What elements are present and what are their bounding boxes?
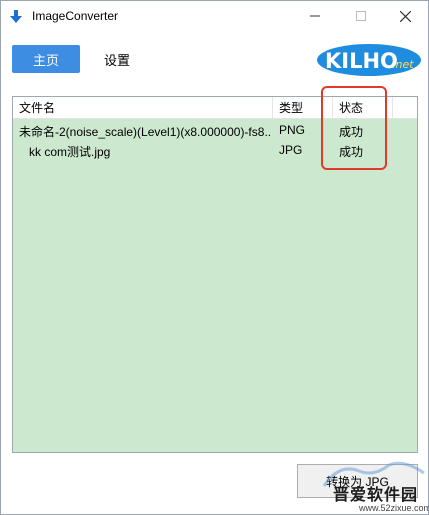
window-title: ImageConverter xyxy=(32,9,119,23)
watermark-title: 晋爱软件园 xyxy=(333,487,419,504)
maximize-button[interactable] xyxy=(338,1,384,31)
status-highlight-annotation xyxy=(321,86,387,170)
logo-main-text: KILHO xyxy=(325,49,398,73)
cell-filename: 未命名-2(noise_scale)(Level1)(x8.000000)-fs… xyxy=(19,125,271,139)
app-icon xyxy=(10,10,22,23)
close-icon xyxy=(399,10,411,22)
column-header-filename[interactable]: 文件名 xyxy=(13,97,273,119)
kilho-logo: KILHO .net xyxy=(317,44,421,76)
watermark-url: www.52zixue.com xyxy=(359,503,429,513)
maximize-icon xyxy=(356,11,366,21)
cell-filename: kk com测试.jpg xyxy=(29,145,111,159)
site-watermark: 晋爱软件园 www.52zixue.com xyxy=(319,461,429,515)
title-bar[interactable]: ImageConverter xyxy=(1,1,428,31)
minimize-icon xyxy=(310,15,320,17)
close-button[interactable] xyxy=(382,1,428,31)
logo-suffix-text: .net xyxy=(392,58,414,71)
minimize-button[interactable] xyxy=(292,1,338,31)
app-window: ImageConverter 主页 设置 KILHO .net 文件名 类型 状… xyxy=(0,0,429,515)
nav-settings-button[interactable]: 设置 xyxy=(93,45,141,73)
nav-home-button[interactable]: 主页 xyxy=(12,45,80,73)
